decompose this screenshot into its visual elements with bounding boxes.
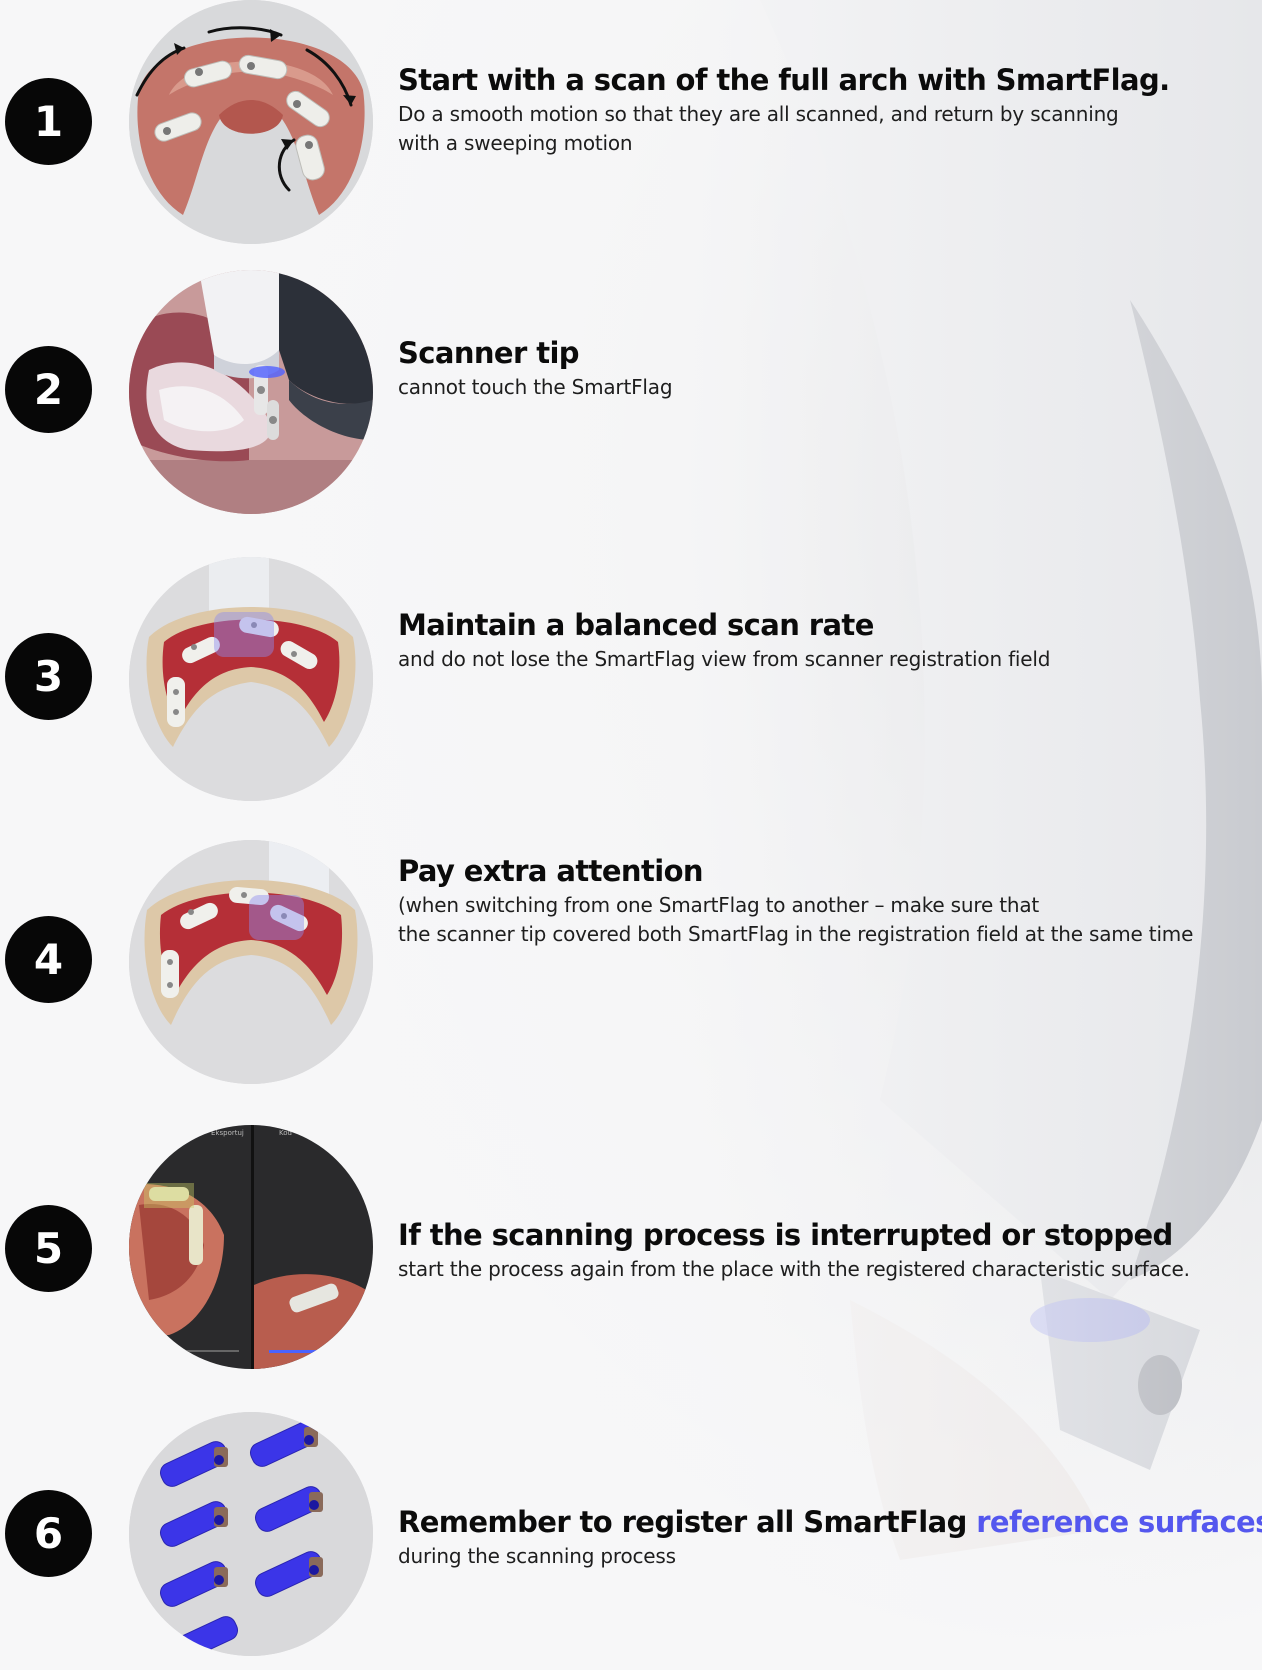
- step-description: (when switching from one SmartFlag to an…: [398, 891, 1258, 949]
- step-title: Pay extra attention: [398, 854, 704, 888]
- step-description: during the scanning process: [398, 1542, 1258, 1571]
- step-description: cannot touch the SmartFlag: [398, 373, 1258, 402]
- step-5-text: If the scanning process is interrupted o…: [398, 1217, 1258, 1284]
- step-5: 5 Eksportuj Kod If the scanning process …: [0, 1125, 1262, 1385]
- step-title: Scanner tip: [398, 336, 580, 370]
- step-title: Maintain a balanced scan rate: [398, 608, 874, 642]
- title-accent: reference surfaces: [976, 1505, 1262, 1539]
- description-line: Do a smooth motion so that they are all …: [398, 102, 1119, 126]
- step-number-badge: 5: [5, 1205, 92, 1292]
- step-number-badge: 4: [5, 916, 92, 1003]
- description-line: the scanner tip covered both SmartFlag i…: [398, 922, 1194, 946]
- svg-text:Kod: Kod: [279, 1129, 292, 1137]
- step-title: Start with a scan of the full arch with …: [398, 63, 1170, 97]
- description-line: cannot touch the SmartFlag: [398, 375, 673, 399]
- step-4-text: Pay extra attention (when switching from…: [398, 853, 1258, 949]
- step-title: If the scanning process is interrupted o…: [398, 1218, 1173, 1252]
- full-arch-scan-image: [129, 0, 373, 244]
- step-1: 1 Start with a scan of the full arch wit…: [0, 0, 1262, 260]
- step-number-badge: 6: [5, 1490, 92, 1577]
- scanning-software-image: Eksportuj Kod: [129, 1125, 373, 1369]
- switching-smartflags-image: [129, 840, 373, 1084]
- title-main: Remember to register all SmartFlag: [398, 1505, 977, 1539]
- description-line: and do not lose the SmartFlag view from …: [398, 647, 1051, 671]
- step-3: 3 Maintain a balanced scan rate and do n…: [0, 555, 1262, 815]
- step-description: and do not lose the SmartFlag view from …: [398, 645, 1258, 674]
- description-line: during the scanning process: [398, 1544, 676, 1568]
- step-1-text: Start with a scan of the full arch with …: [398, 62, 1258, 158]
- scanner-tip-image: [129, 270, 373, 514]
- description-line: (when switching from one SmartFlag to an…: [398, 893, 1040, 917]
- step-number-badge: 3: [5, 633, 92, 720]
- step-description: Do a smooth motion so that they are all …: [398, 100, 1258, 158]
- step-2-text: Scanner tip cannot touch the SmartFlag: [398, 335, 1258, 402]
- balanced-scan-arch-image: [129, 557, 373, 801]
- step-6: 6 Remember to register all SmartFlag ref…: [0, 1410, 1262, 1670]
- svg-text:Eksportuj: Eksportuj: [211, 1129, 244, 1137]
- step-2: 2 Scanner tip cannot touch the SmartFlag: [0, 270, 1262, 530]
- description-line: start the process again from the place w…: [398, 1257, 1190, 1281]
- smartflag-reference-surfaces-image: [129, 1412, 373, 1656]
- description-line: with a sweeping motion: [398, 131, 633, 155]
- step-number-badge: 1: [5, 78, 92, 165]
- step-number-badge: 2: [5, 346, 92, 433]
- step-description: start the process again from the place w…: [398, 1255, 1258, 1284]
- step-3-text: Maintain a balanced scan rate and do not…: [398, 607, 1258, 674]
- step-6-text: Remember to register all SmartFlag refer…: [398, 1504, 1262, 1571]
- step-4: 4 Pay extra attention (when switching fr…: [0, 840, 1262, 1100]
- step-title: Remember to register all SmartFlag refer…: [398, 1504, 1262, 1540]
